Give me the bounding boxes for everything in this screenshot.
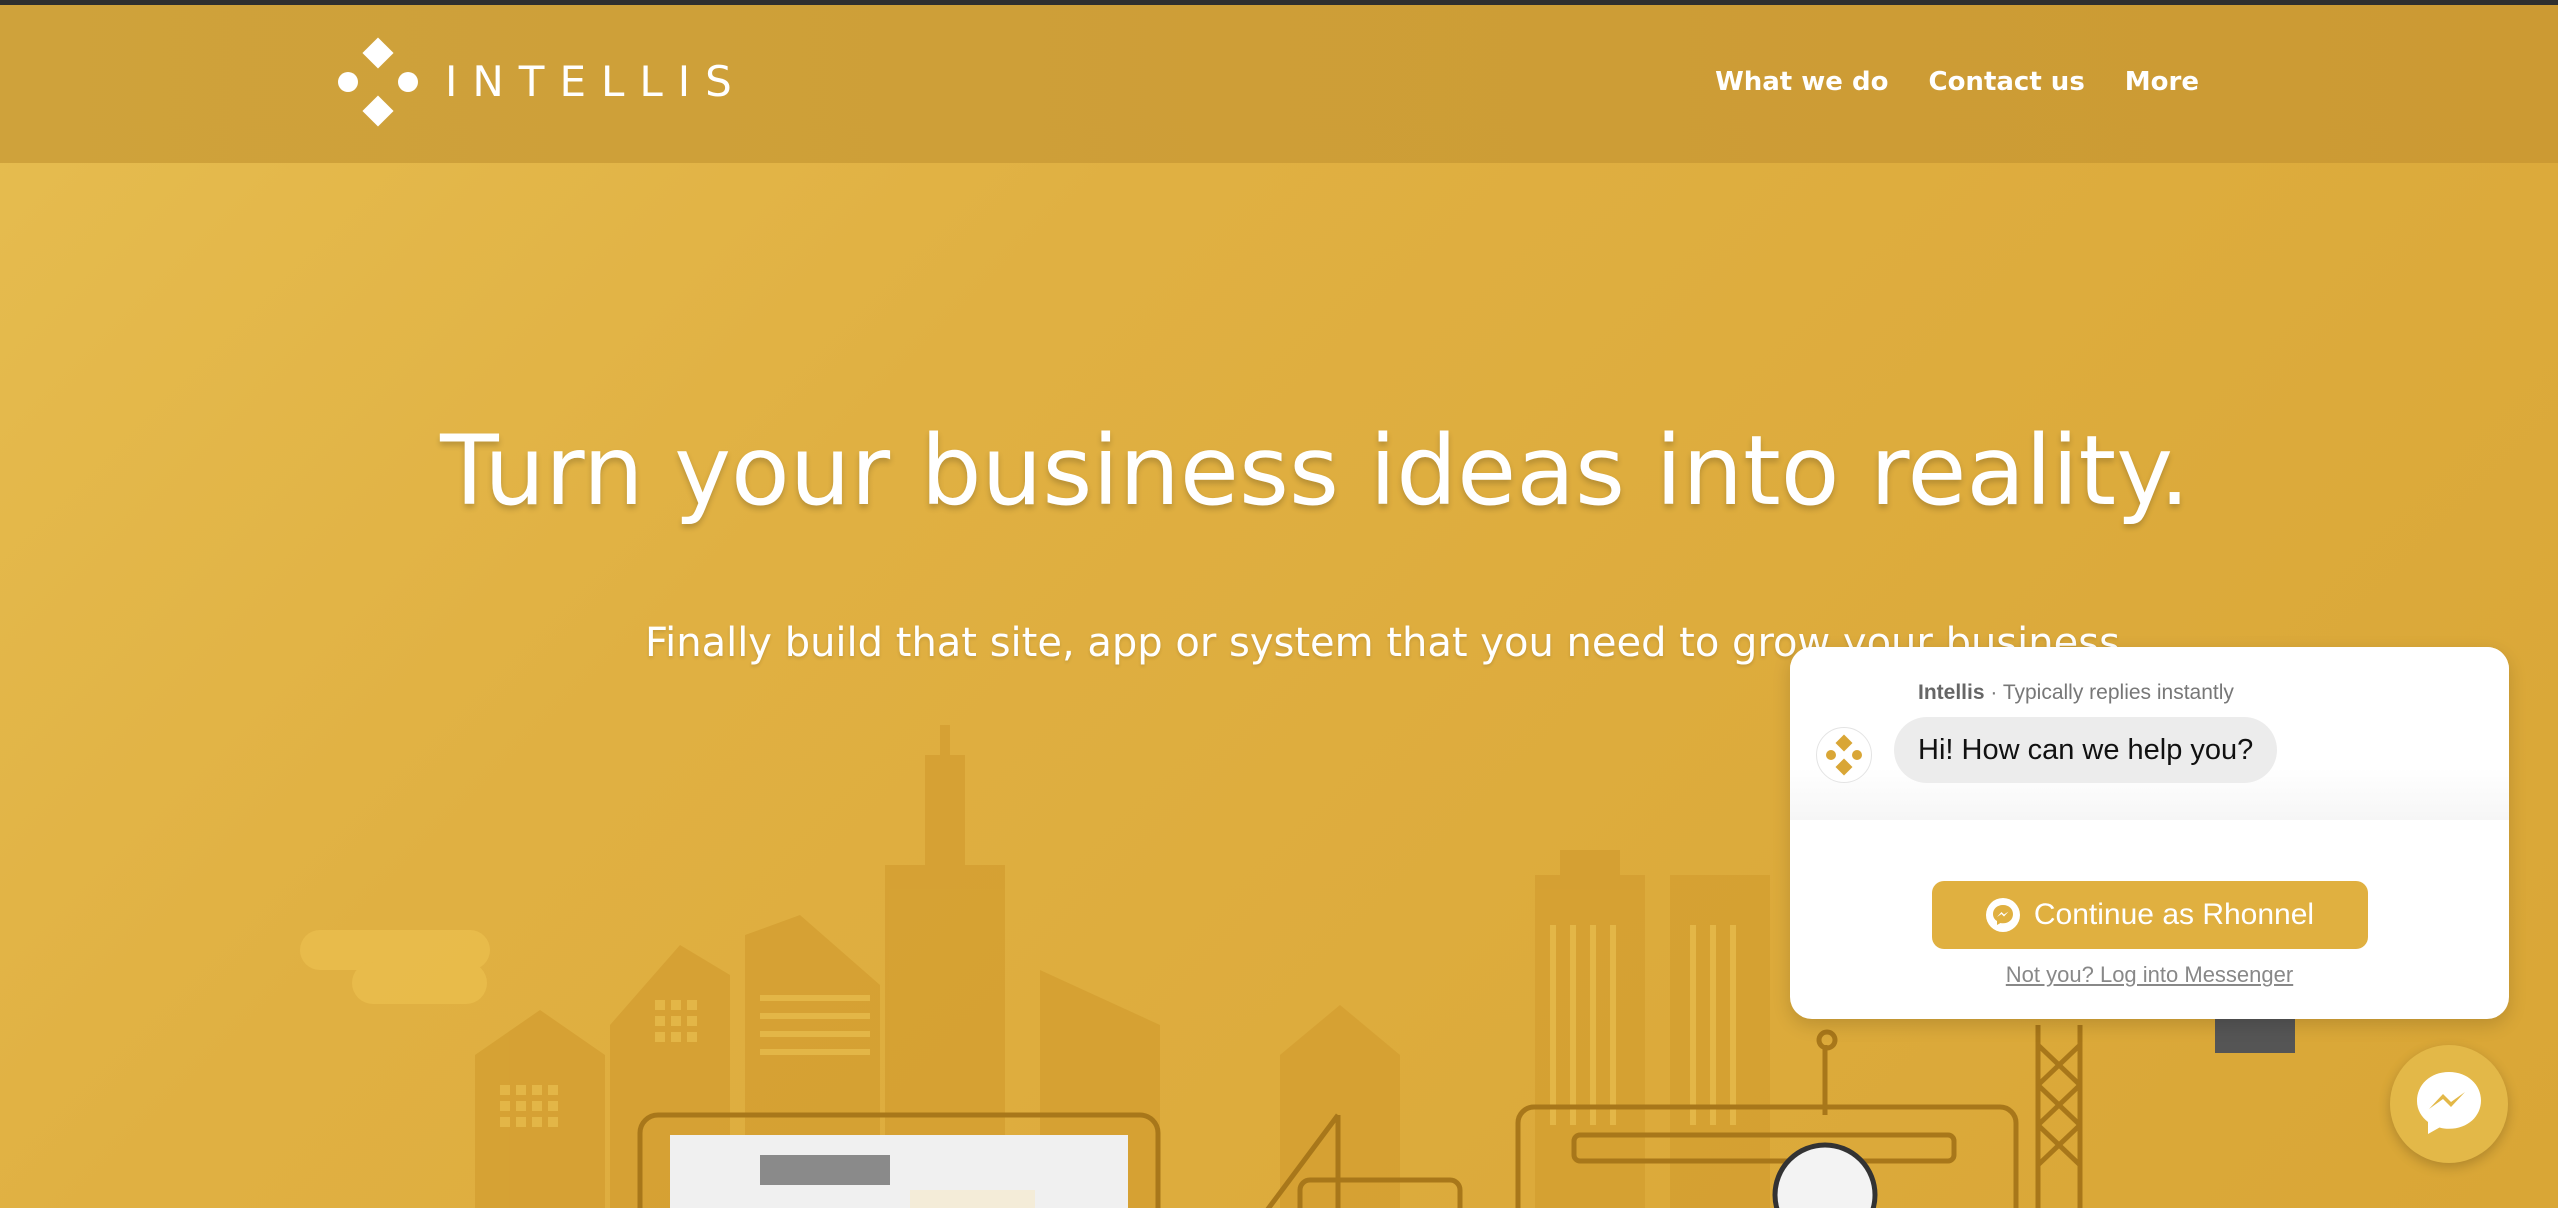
log-into-messenger-link[interactable]: Not you? Log into Messenger [1790, 962, 2509, 988]
nav-more[interactable]: More [2125, 67, 2199, 97]
brand-name: INTELLIS [445, 57, 747, 106]
chat-avatar [1816, 727, 1872, 783]
nav-contact-us[interactable]: Contact us [1928, 67, 2084, 97]
chat-header: Intellis · Typically replies instantly H… [1790, 647, 2509, 820]
main-nav: What we do Contact us More [1715, 67, 2199, 97]
chat-page-name: Intellis [1918, 681, 1985, 704]
continue-as-user-button[interactable]: Continue as Rhonnel [1932, 881, 2368, 949]
messenger-launcher-button[interactable] [2390, 1045, 2508, 1163]
messenger-icon [2417, 1072, 2481, 1134]
chat-reply-time: · Typically replies instantly [1990, 681, 2234, 704]
nav-what-we-do[interactable]: What we do [1715, 67, 1888, 97]
top-navbar: INTELLIS What we do Contact us More [0, 5, 2558, 163]
chat-greeting-bubble: Hi! How can we help you? [1894, 717, 2278, 783]
brand-logo[interactable]: INTELLIS [335, 37, 755, 132]
intellis-diamond-logo-icon [338, 37, 418, 127]
continue-label: Continue as Rhonnel [2033, 898, 2315, 931]
hero-headline: Turn your business ideas into reality. [440, 415, 2190, 527]
messenger-icon [1985, 898, 2020, 932]
intellis-avatar-icon [1826, 734, 1862, 776]
chat-meta: Intellis · Typically replies instantly [1918, 681, 2234, 705]
messenger-chat-widget: Intellis · Typically replies instantly H… [1790, 647, 2509, 1019]
hero-section: INTELLIS What we do Contact us More Turn… [0, 5, 2558, 1208]
